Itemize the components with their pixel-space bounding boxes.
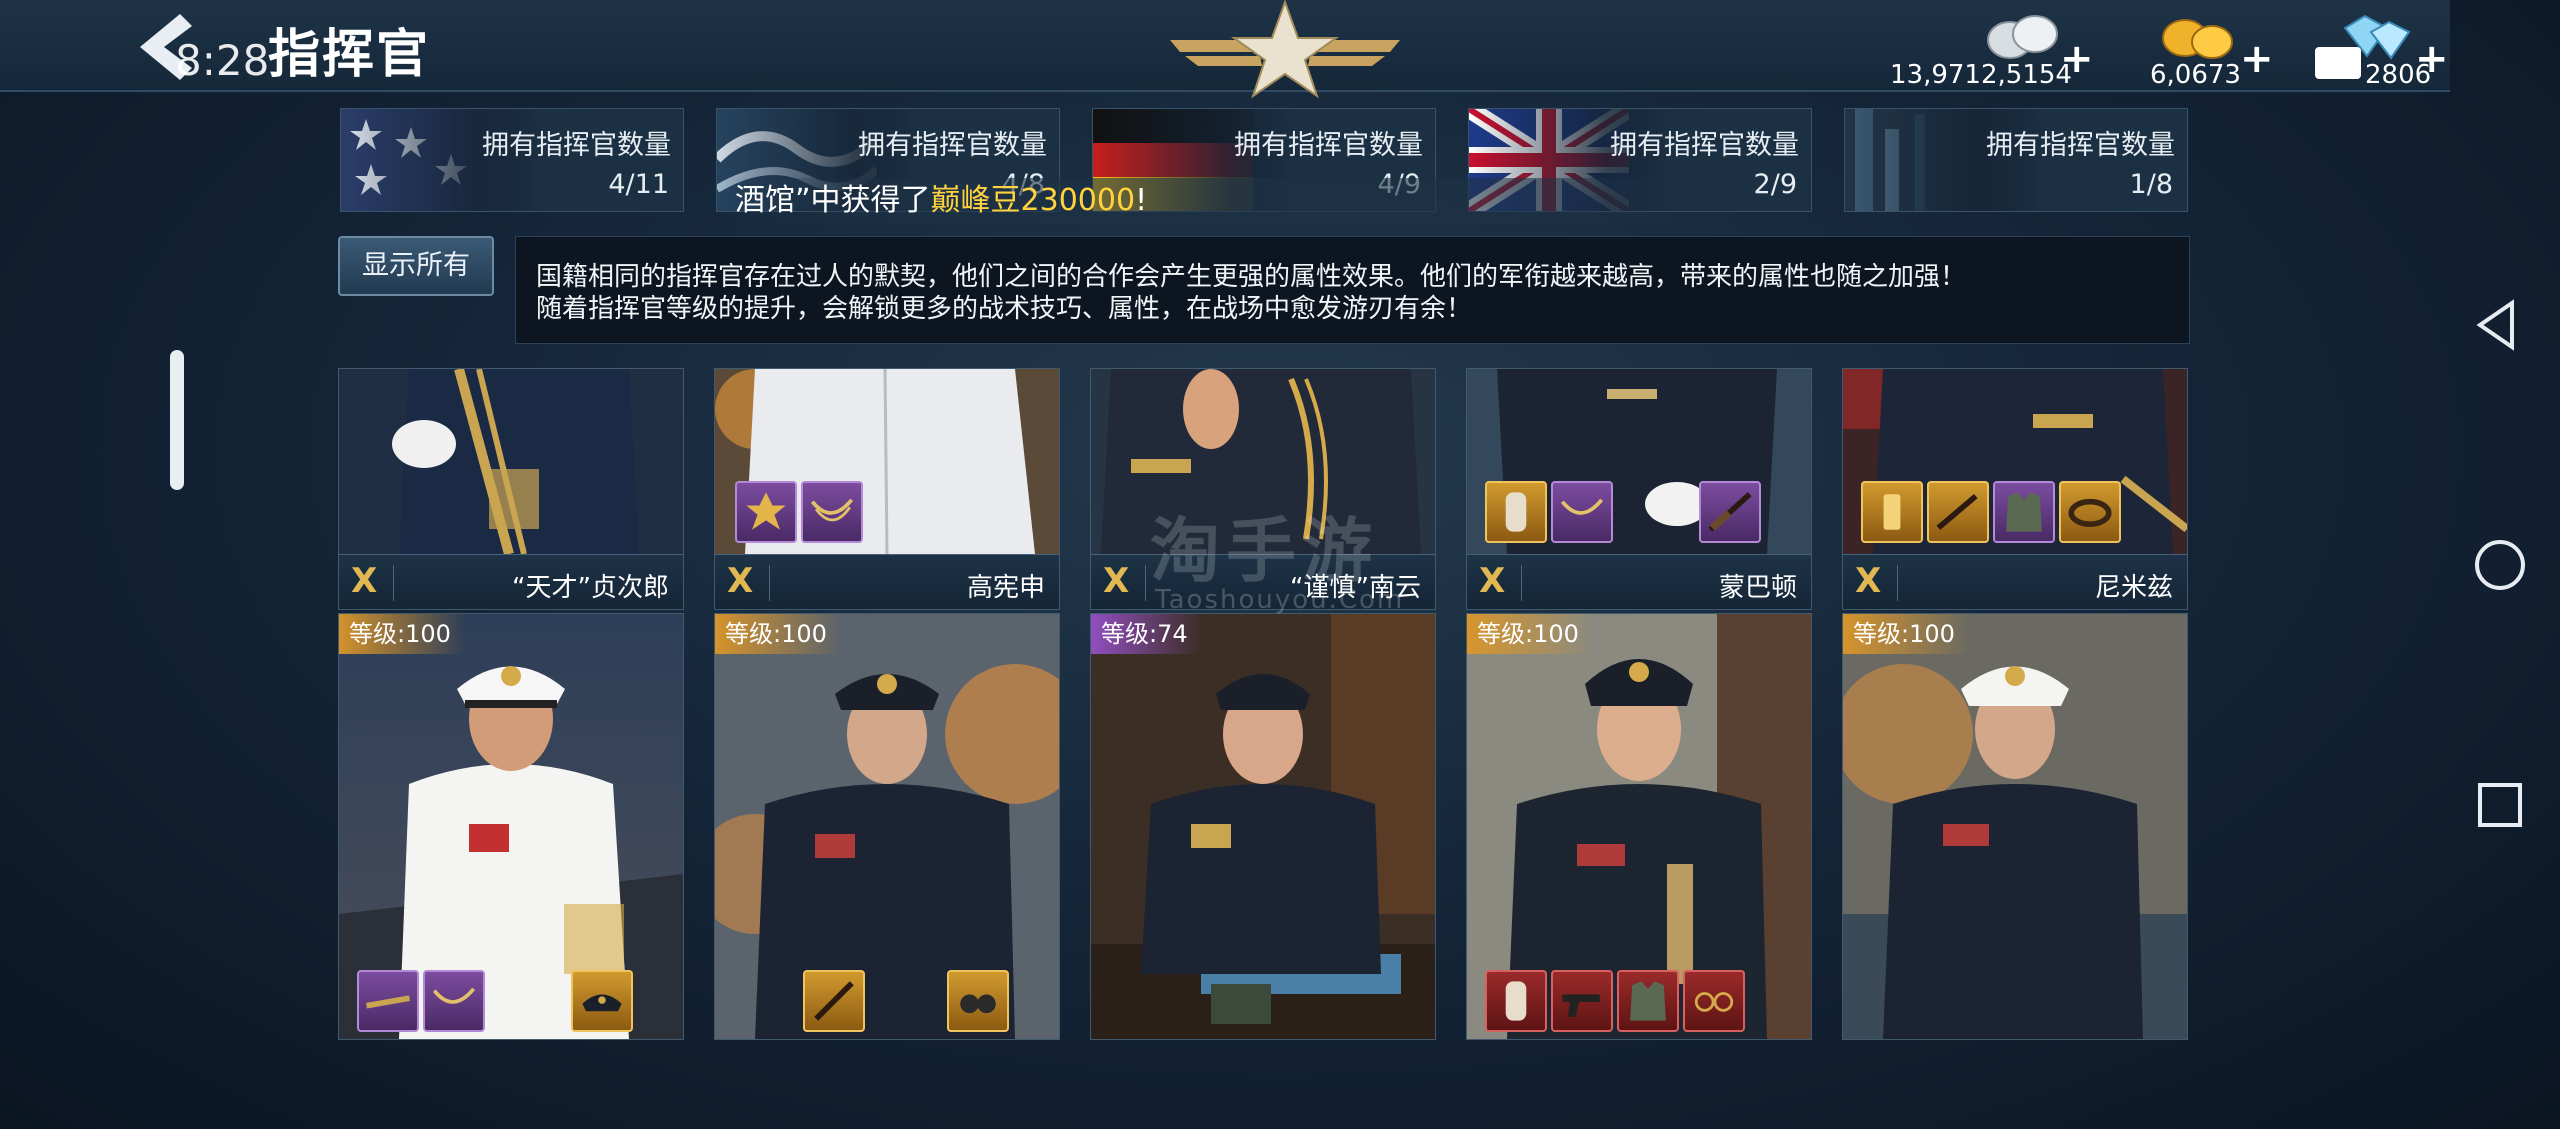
- rank-badge: X: [351, 561, 378, 601]
- commander-card[interactable]: 等级:100: [338, 613, 684, 1040]
- rifle-icon: [1708, 492, 1752, 532]
- nation-card-ussr[interactable]: 拥有指挥官数量 1/8: [1844, 108, 2188, 212]
- equipment-slot[interactable]: [571, 970, 633, 1032]
- nav-back-icon[interactable]: [2470, 295, 2530, 355]
- ticker-highlight: 巅峰豆230000: [930, 183, 1136, 218]
- commander-name: “天才”贞次郎: [512, 573, 669, 603]
- add-gold-button[interactable]: +: [2240, 36, 2274, 82]
- commander-card[interactable]: X “天才”贞次郎: [338, 368, 684, 610]
- glove-icon: [1505, 492, 1527, 532]
- level-badge: 等级:74: [1091, 614, 1202, 654]
- officer-cap-icon: [582, 994, 622, 1012]
- pipe-icon: [814, 981, 854, 1021]
- commander-portrait: [1843, 614, 2187, 1039]
- watermark-url: Taoshouyou.Com: [1155, 585, 1405, 615]
- equipment-slot[interactable]: [1683, 970, 1745, 1032]
- show-all-button[interactable]: 显示所有: [338, 236, 494, 296]
- equipment-slot[interactable]: [1993, 481, 2055, 543]
- commander-card[interactable]: 等级:100: [1466, 613, 1812, 1040]
- rank-star-emblem-icon: [1170, 0, 1400, 99]
- uniform-jacket-icon: [1630, 981, 1666, 1021]
- commander-name: 蒙巴顿: [1718, 573, 1797, 603]
- nav-recents-icon[interactable]: [2470, 775, 2530, 835]
- glasses-icon: [1694, 992, 1734, 1012]
- silver-resource: 13,9712,5154 +: [1890, 12, 2094, 90]
- commander-name: 高宪申: [966, 573, 1045, 603]
- add-silver-button[interactable]: +: [2060, 36, 2094, 82]
- rank-badge: X: [1103, 561, 1130, 601]
- equipment-slot[interactable]: [1551, 970, 1613, 1032]
- equipment-slot[interactable]: [423, 970, 485, 1032]
- aiguillette-icon: [432, 987, 476, 1004]
- equipment-slot[interactable]: [735, 481, 797, 543]
- nation-card-usa[interactable]: 拥有指挥官数量 4/11: [340, 108, 684, 212]
- commander-card[interactable]: 等级:74: [1090, 613, 1436, 1040]
- aiguillette-icon: [1560, 498, 1604, 515]
- rifle-icon: [366, 995, 410, 1009]
- rank-badge: X: [1855, 561, 1882, 601]
- battery-icon: [2315, 47, 2361, 79]
- commander-portrait: [1091, 614, 1435, 1039]
- page-title: 指挥官: [268, 25, 431, 85]
- commander-card[interactable]: X 高宪申: [714, 368, 1060, 610]
- lighter-icon: [1883, 494, 1901, 530]
- medal-cross-icon: [746, 492, 786, 530]
- equipment-slot[interactable]: [1485, 481, 1547, 543]
- commander-portrait: [339, 369, 683, 554]
- equipment-slot[interactable]: [1551, 481, 1613, 543]
- level-badge: 等级:100: [715, 614, 841, 654]
- equipment-slot[interactable]: [1927, 481, 1989, 543]
- commander-name: 尼米兹: [2094, 573, 2173, 603]
- commander-card[interactable]: X 尼米兹: [1842, 368, 2188, 610]
- equipment-slot[interactable]: [1617, 970, 1679, 1032]
- commander-card[interactable]: 等级:100: [1842, 613, 2188, 1040]
- commander-card[interactable]: 等级:100: [714, 613, 1060, 1040]
- description-line-1: 国籍相同的指挥官存在过人的默契，他们之间的合作会产生更强的属性效果。他们的军衔越…: [536, 262, 1967, 292]
- equipment-slot[interactable]: [947, 970, 1009, 1032]
- aiguillette-icon: [810, 498, 854, 522]
- uniform-jacket-icon: [2006, 492, 2042, 532]
- description-line-2: 随着指挥官等级的提升，会解锁更多的战术技巧、属性，在战场中愈发游刃有余！: [536, 294, 1473, 324]
- level-badge: 等级:100: [339, 614, 465, 654]
- scroll-handle[interactable]: [170, 350, 184, 490]
- description-panel: 国籍相同的指挥官存在过人的默契，他们之间的合作会产生更强的属性效果。他们的军衔越…: [515, 236, 2190, 344]
- gold-resource: 6,0673 +: [2150, 12, 2280, 90]
- belt-icon: [2068, 498, 2112, 527]
- commander-card[interactable]: X 蒙巴顿: [1466, 368, 1812, 610]
- equipment-slot[interactable]: [803, 970, 865, 1032]
- pistol-icon: [1562, 994, 1600, 1017]
- watermark: 淘手游: [1150, 510, 1378, 592]
- status-clock: 8:28: [175, 36, 270, 85]
- level-badge: 等级:100: [1467, 614, 1593, 654]
- nav-home-icon[interactable]: [2470, 535, 2530, 595]
- add-diamond-button[interactable]: +: [2415, 36, 2449, 82]
- broadcast-ticker: 酒馆”中获得了巅峰豆230000!: [725, 178, 1735, 224]
- equipment-slot[interactable]: [1861, 481, 1923, 543]
- level-badge: 等级:100: [1843, 614, 1969, 654]
- equipment-slot[interactable]: [801, 481, 863, 543]
- equipment-slot[interactable]: [2059, 481, 2121, 543]
- rank-badge: X: [727, 561, 754, 601]
- glove-icon: [1505, 981, 1527, 1021]
- diamond-resource: 2806 +: [2315, 12, 2449, 90]
- equipment-slot[interactable]: [357, 970, 419, 1032]
- rank-badge: X: [1479, 561, 1506, 601]
- equipment-slot[interactable]: [1699, 481, 1761, 543]
- equipment-slot[interactable]: [1485, 970, 1547, 1032]
- pipe-icon: [1936, 493, 1978, 531]
- binoculars-icon: [960, 994, 996, 1014]
